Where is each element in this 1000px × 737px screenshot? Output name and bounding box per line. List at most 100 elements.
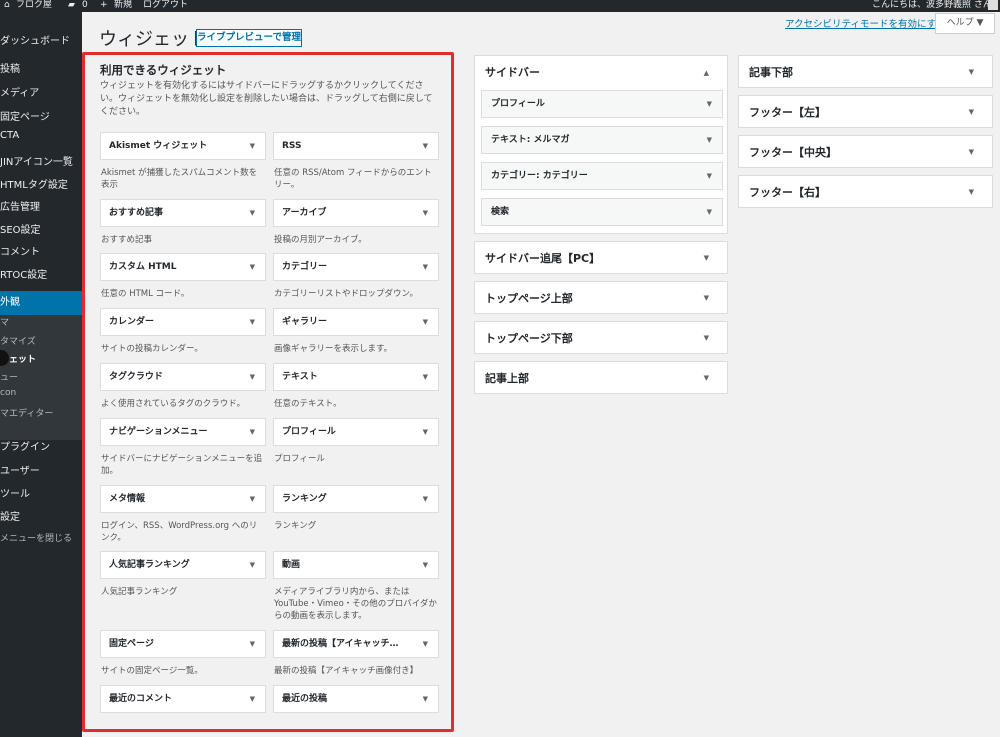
- chevron-down-icon[interactable]: ▼: [707, 91, 712, 117]
- widget-area[interactable]: 記事下部 ▼: [738, 55, 993, 88]
- sidebar-item-9[interactable]: コメント: [0, 243, 82, 258]
- chevron-down-icon[interactable]: ▼: [704, 374, 709, 382]
- available-widget[interactable]: メタ情報 ▼: [100, 485, 266, 513]
- submenu-item-1[interactable]: タマイズ: [0, 334, 36, 347]
- avatar[interactable]: [988, 0, 998, 10]
- chevron-down-icon[interactable]: ▼: [704, 294, 709, 302]
- sidebar-item-2[interactable]: メディア: [0, 84, 82, 99]
- chevron-down-icon[interactable]: ▼: [969, 188, 974, 196]
- widget-area[interactable]: フッター【左】 ▼: [738, 95, 993, 128]
- help-button[interactable]: ヘルプ ▼: [935, 13, 995, 34]
- sidebar-item-10[interactable]: RTOC設定: [0, 266, 82, 281]
- available-widget[interactable]: カレンダー ▼: [100, 308, 266, 336]
- chevron-down-icon[interactable]: ▼: [423, 200, 428, 226]
- available-widget[interactable]: ギャラリー ▼: [273, 308, 439, 336]
- sidebar-widget[interactable]: 検索 ▼: [481, 198, 723, 226]
- available-widget[interactable]: 最近のコメント ▼: [100, 685, 266, 713]
- available-widget[interactable]: 最近の投稿 ▼: [273, 685, 439, 713]
- greeting-link[interactable]: こんにちは、波多野義照 さん: [872, 0, 992, 10]
- site-name-link[interactable]: フロク屋: [16, 0, 52, 10]
- available-widget[interactable]: タグクラウド ▼: [100, 363, 266, 391]
- chevron-down-icon[interactable]: ▼: [423, 486, 428, 512]
- sidebar-item-8[interactable]: SEO設定: [0, 221, 82, 236]
- chevron-down-icon[interactable]: ▼: [250, 552, 255, 578]
- comments-icon[interactable]: ▰: [68, 0, 75, 10]
- chevron-up-icon[interactable]: ▲: [704, 69, 709, 77]
- sidebar-item-0[interactable]: ダッシュボード: [0, 32, 82, 47]
- sidebar-widget[interactable]: プロフィール ▼: [481, 90, 723, 118]
- submenu-item-4[interactable]: con: [0, 388, 16, 398]
- accessibility-mode-link[interactable]: アクセシビリティモードを有効にする: [785, 16, 946, 30]
- widget-area[interactable]: フッター【右】 ▼: [738, 175, 993, 208]
- sidebar-item-5[interactable]: JINアイコン一覧: [0, 153, 82, 168]
- chevron-down-icon[interactable]: ▼: [707, 163, 712, 189]
- available-widget[interactable]: Akismet ウィジェット ▼: [100, 132, 266, 160]
- chevron-down-icon[interactable]: ▼: [250, 686, 255, 712]
- available-widget[interactable]: RSS ▼: [273, 132, 439, 160]
- sidebar-item-6[interactable]: HTMLタグ設定: [0, 176, 82, 191]
- chevron-down-icon[interactable]: ▼: [250, 309, 255, 335]
- home-icon[interactable]: ⌂: [4, 0, 10, 10]
- sidebar-item-11[interactable]: 外観: [0, 291, 82, 315]
- sidebar-item-16[interactable]: メニューを閉じる: [0, 531, 82, 544]
- plus-icon[interactable]: +: [100, 0, 108, 10]
- chevron-down-icon[interactable]: ▼: [704, 254, 709, 262]
- available-widget[interactable]: ランキング ▼: [273, 485, 439, 513]
- chevron-down-icon[interactable]: ▼: [423, 552, 428, 578]
- available-widget[interactable]: 固定ページ ▼: [100, 630, 266, 658]
- chevron-down-icon[interactable]: ▼: [423, 686, 428, 712]
- available-widget[interactable]: カスタム HTML ▼: [100, 253, 266, 281]
- sidebar-widget[interactable]: テキスト: メルマガ ▼: [481, 126, 723, 154]
- chevron-down-icon[interactable]: ▼: [250, 133, 255, 159]
- available-widget[interactable]: プロフィール ▼: [273, 418, 439, 446]
- available-widget[interactable]: おすすめ記事 ▼: [100, 199, 266, 227]
- available-widget[interactable]: 最新の投稿【アイキャッチ… ▼: [273, 630, 439, 658]
- available-widget[interactable]: 人気記事ランキング ▼: [100, 551, 266, 579]
- available-widget[interactable]: カテゴリー ▼: [273, 253, 439, 281]
- widget-area[interactable]: トップページ下部 ▼: [474, 321, 728, 354]
- comments-count[interactable]: 0: [82, 0, 88, 10]
- chevron-down-icon[interactable]: ▼: [969, 68, 974, 76]
- sidebar-item-7[interactable]: 広告管理: [0, 198, 82, 213]
- chevron-down-icon[interactable]: ▼: [423, 133, 428, 159]
- available-widget[interactable]: 動画 ▼: [273, 551, 439, 579]
- available-widget[interactable]: テキスト ▼: [273, 363, 439, 391]
- live-preview-button[interactable]: ライブプレビューで管理: [196, 29, 302, 47]
- sidebar-item-4[interactable]: CTA: [0, 130, 82, 141]
- chevron-down-icon[interactable]: ▼: [250, 631, 255, 657]
- widget-area[interactable]: フッター【中央】 ▼: [738, 135, 993, 168]
- chevron-down-icon[interactable]: ▼: [423, 631, 428, 657]
- chevron-down-icon[interactable]: ▼: [250, 364, 255, 390]
- sidebar-item-15[interactable]: 設定: [0, 508, 82, 523]
- new-link[interactable]: 新規: [114, 0, 132, 10]
- chevron-down-icon[interactable]: ▼: [707, 199, 712, 225]
- sidebar-item-14[interactable]: ツール: [0, 485, 82, 500]
- chevron-down-icon[interactable]: ▼: [423, 364, 428, 390]
- chevron-down-icon[interactable]: ▼: [707, 127, 712, 153]
- widget-area[interactable]: トップページ上部 ▼: [474, 281, 728, 314]
- chevron-down-icon[interactable]: ▼: [423, 419, 428, 445]
- widget-area[interactable]: サイドバー ▲ プロフィール ▼ テキスト: メルマガ ▼ カテゴリー: カテゴリー ▼ 検索 ▼: [474, 55, 728, 234]
- chevron-down-icon[interactable]: ▼: [423, 309, 428, 335]
- available-widget[interactable]: ナビゲーションメニュー ▼: [100, 418, 266, 446]
- sidebar-item-13[interactable]: ユーザー: [0, 462, 82, 477]
- sidebar-item-1[interactable]: 投稿: [0, 60, 82, 75]
- chevron-down-icon[interactable]: ▼: [250, 254, 255, 280]
- submenu-item-5[interactable]: マエディター: [0, 406, 53, 419]
- chevron-down-icon[interactable]: ▼: [969, 148, 974, 156]
- available-widget[interactable]: アーカイブ ▼: [273, 199, 439, 227]
- sidebar-item-3[interactable]: 固定ページ: [0, 108, 82, 123]
- chevron-down-icon[interactable]: ▼: [250, 419, 255, 445]
- chevron-down-icon[interactable]: ▼: [704, 334, 709, 342]
- widget-area[interactable]: サイドバー追尾【PC】 ▼: [474, 241, 728, 274]
- widget-area[interactable]: 記事上部 ▼: [474, 361, 728, 394]
- sidebar-item-12[interactable]: プラグイン: [0, 438, 82, 453]
- chevron-down-icon[interactable]: ▼: [250, 200, 255, 226]
- submenu-item-3[interactable]: ュー: [0, 370, 18, 383]
- sidebar-widget[interactable]: カテゴリー: カテゴリー ▼: [481, 162, 723, 190]
- submenu-item-0[interactable]: マ: [0, 315, 9, 328]
- chevron-down-icon[interactable]: ▼: [250, 486, 255, 512]
- chevron-down-icon[interactable]: ▼: [969, 108, 974, 116]
- chevron-down-icon[interactable]: ▼: [423, 254, 428, 280]
- logout-link[interactable]: ログアウト: [143, 0, 188, 10]
